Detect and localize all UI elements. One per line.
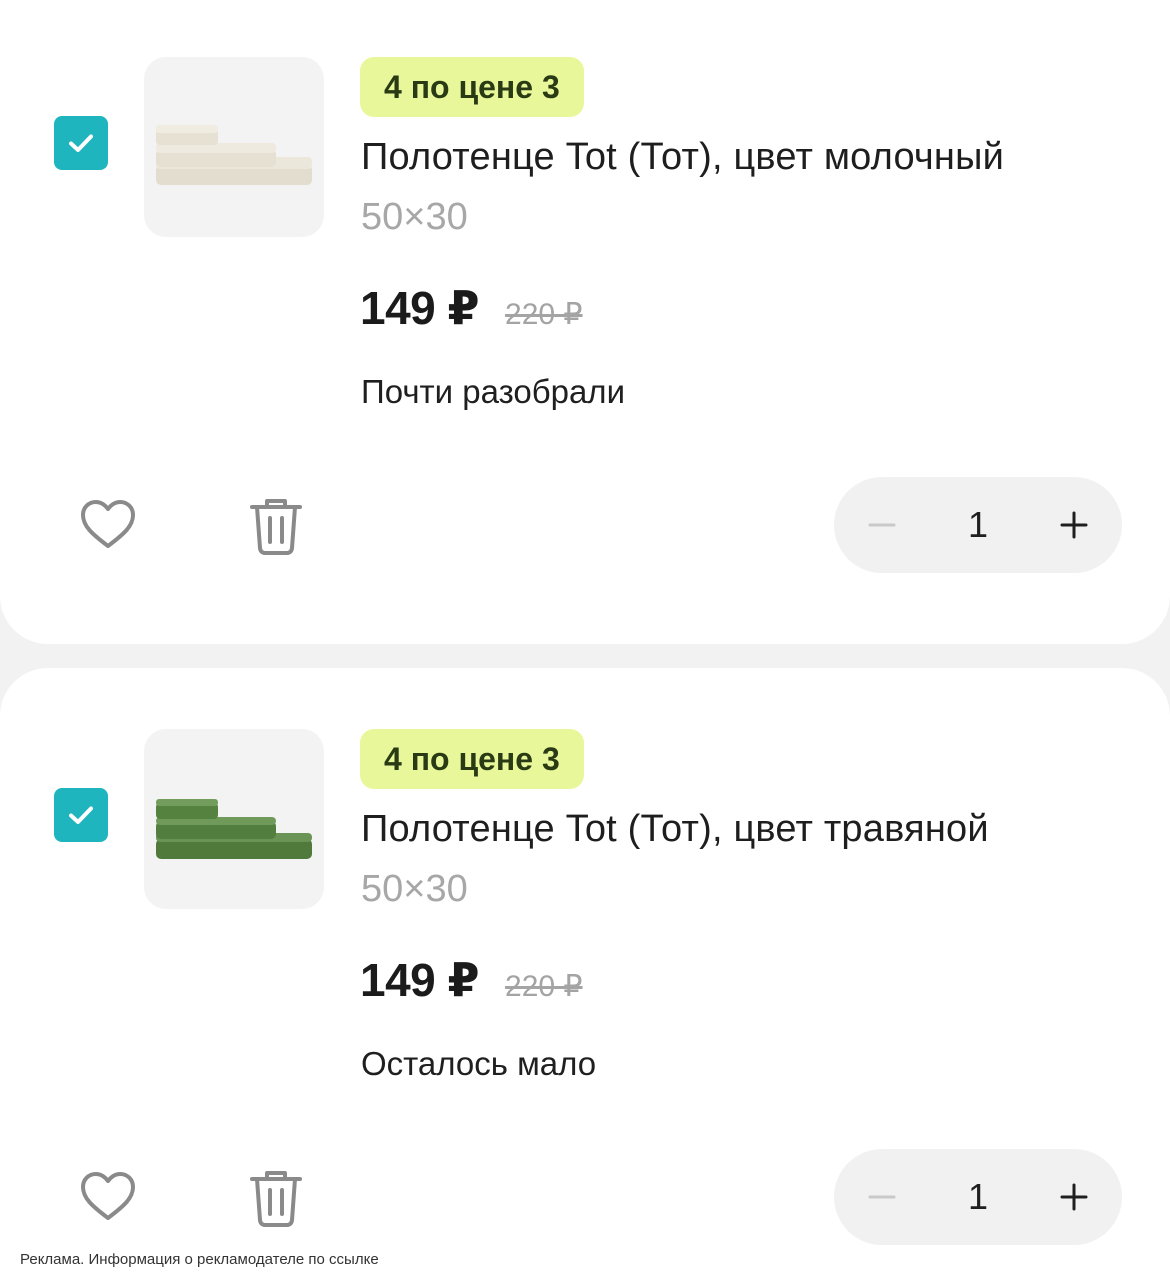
favorite-button[interactable] (76, 1166, 140, 1230)
trash-icon (250, 499, 302, 555)
product-title[interactable]: Полотенце Tot (Тот), цвет травяной (361, 808, 989, 851)
towel-image-milk (156, 125, 312, 185)
increment-button[interactable] (1056, 1179, 1092, 1215)
cart-item-card: 4 по цене 3 Полотенце Tot (Тот), цвет мо… (0, 0, 1170, 644)
product-size: 50×30 (361, 196, 468, 238)
delete-button[interactable] (244, 1166, 308, 1230)
heart-icon (81, 1172, 135, 1220)
checkmark-icon (69, 806, 93, 824)
promo-badge: 4 по цене 3 (360, 57, 584, 117)
price-block: 149 ₽ 220 ₽ (360, 281, 583, 335)
quantity-value[interactable]: 1 (968, 504, 988, 546)
old-price: 220 ₽ (505, 298, 583, 331)
decrement-button[interactable] (864, 507, 900, 543)
increment-button[interactable] (1056, 507, 1092, 543)
quantity-value[interactable]: 1 (968, 1176, 988, 1218)
checkmark-icon (69, 134, 93, 152)
decrement-button[interactable] (864, 1179, 900, 1215)
stock-status: Почти разобрали (361, 373, 625, 410)
item-select-checkbox[interactable] (54, 788, 108, 842)
current-price: 149 ₽ (360, 954, 480, 1006)
price-block: 149 ₽ 220 ₽ (360, 953, 583, 1007)
promo-badge: 4 по цене 3 (360, 729, 584, 789)
cart-item-card: 4 по цене 3 Полотенце Tot (Тот), цвет тр… (0, 668, 1170, 1282)
current-price: 149 ₽ (360, 282, 480, 334)
product-image[interactable] (144, 57, 324, 237)
product-title[interactable]: Полотенце Tot (Тот), цвет молочный (361, 136, 1004, 179)
favorite-button[interactable] (76, 494, 140, 558)
delete-button[interactable] (244, 494, 308, 558)
quantity-stepper: 1 (834, 477, 1122, 573)
item-select-checkbox[interactable] (54, 116, 108, 170)
towel-image-grass (156, 799, 312, 859)
minus-icon (868, 523, 896, 527)
old-price: 220 ₽ (505, 970, 583, 1003)
plus-icon (1060, 511, 1088, 539)
heart-icon (81, 500, 135, 548)
quantity-stepper: 1 (834, 1149, 1122, 1245)
stock-status: Осталось мало (361, 1045, 597, 1082)
minus-icon (868, 1195, 896, 1199)
trash-icon (250, 1171, 302, 1227)
plus-icon (1060, 1183, 1088, 1211)
product-image[interactable] (144, 729, 324, 909)
cart-page: 4 по цене 3 Полотенце Tot (Тот), цвет мо… (0, 0, 1170, 1282)
ad-disclaimer[interactable]: Реклама. Информация о рекламодателе по с… (20, 1249, 379, 1270)
product-size: 50×30 (361, 868, 468, 910)
